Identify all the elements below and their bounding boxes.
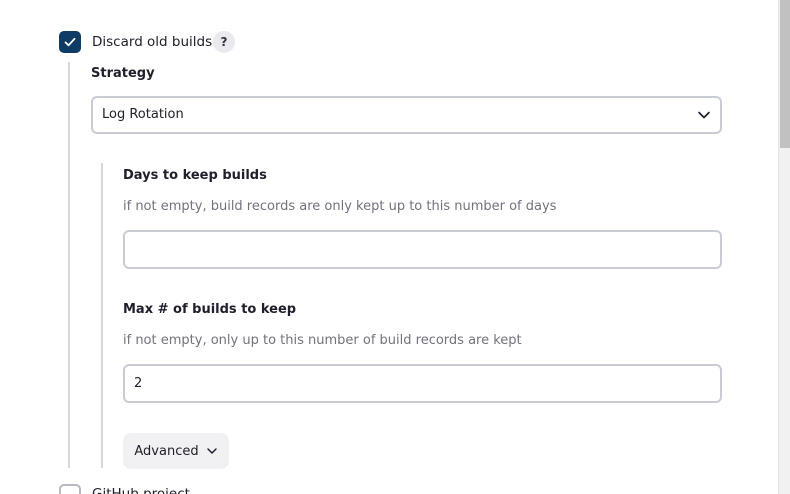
days-to-keep-input[interactable] <box>123 230 722 269</box>
strategy-selected-value: Log Rotation <box>102 107 184 122</box>
chevron-down-icon <box>698 111 710 119</box>
max-builds-description: if not empty, only up to this number of … <box>123 333 522 348</box>
chevron-down-icon <box>206 448 217 454</box>
check-icon <box>64 37 76 47</box>
days-to-keep-label: Days to keep builds <box>123 168 267 183</box>
strategy-select[interactable]: Log Rotation <box>91 96 722 134</box>
discard-old-builds-label[interactable]: Discard old builds <box>92 33 212 51</box>
discard-old-builds-checkbox[interactable] <box>59 31 81 53</box>
page: Discard old builds ? Strategy Log Rotati… <box>0 0 790 494</box>
advanced-button[interactable]: Advanced <box>123 433 229 469</box>
max-builds-label: Max # of builds to keep <box>123 302 297 317</box>
section-rail <box>68 62 70 468</box>
scrollbar-thumb[interactable] <box>780 0 790 148</box>
github-project-label[interactable]: GitHub project <box>92 485 190 494</box>
max-builds-input[interactable] <box>123 364 722 403</box>
strategy-options-rail <box>101 163 103 468</box>
github-project-checkbox[interactable] <box>59 484 81 494</box>
days-to-keep-description: if not empty, build records are only kep… <box>123 199 557 214</box>
advanced-button-label: Advanced <box>134 443 199 459</box>
help-icon[interactable]: ? <box>213 31 235 53</box>
strategy-label: Strategy <box>91 66 155 81</box>
